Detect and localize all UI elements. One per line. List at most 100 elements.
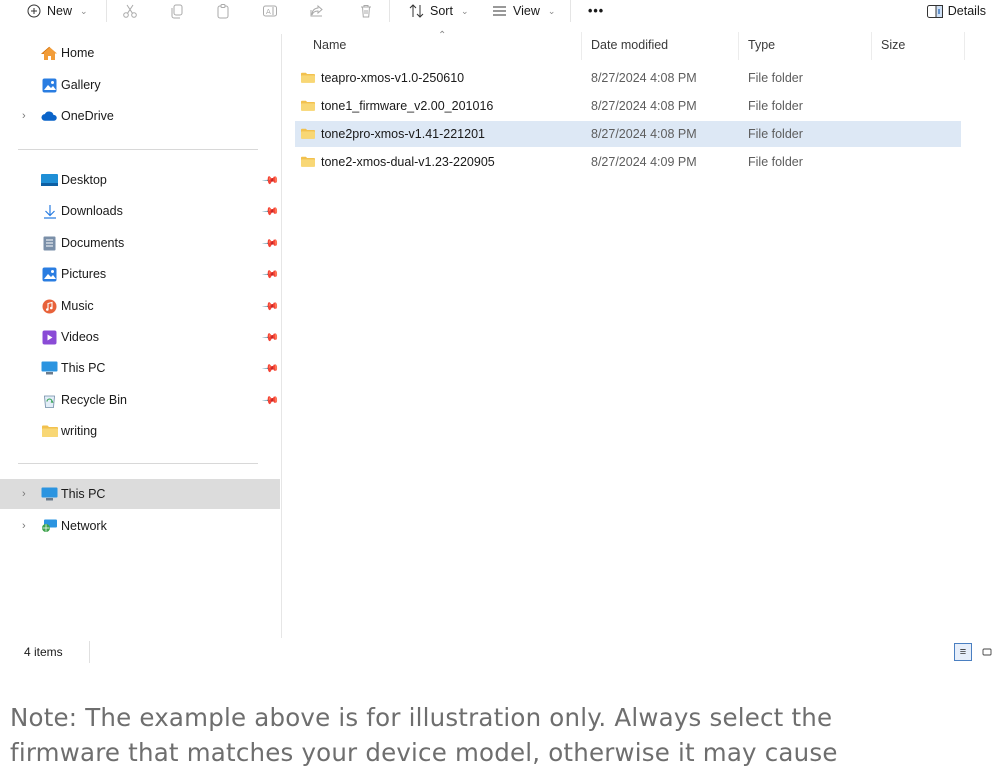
sidebar-item-recycle-bin[interactable]: Recycle Bin 📌 <box>0 385 280 415</box>
sidebar-item-label: writing <box>61 424 98 438</box>
details-pane-icon <box>926 4 943 18</box>
paste-icon[interactable] <box>213 1 233 21</box>
large-icons-view-button[interactable] <box>978 643 996 661</box>
sidebar-item-label: This PC <box>61 361 106 375</box>
column-header-name[interactable]: Name <box>313 30 346 60</box>
toolbar-divider <box>570 0 571 22</box>
sidebar-item-documents[interactable]: Documents 📌 <box>0 228 280 258</box>
file-type: File folder <box>748 71 803 85</box>
sidebar-item-pictures[interactable]: Pictures 📌 <box>0 259 280 289</box>
sidebar-item-videos[interactable]: Videos 📌 <box>0 322 280 352</box>
column-separator[interactable] <box>581 32 582 60</box>
sidebar-item-label: Music <box>61 299 94 313</box>
sidebar-item-home[interactable]: Home <box>0 38 280 68</box>
sidebar-item-label: OneDrive <box>61 109 114 123</box>
sidebar-item-label: Documents <box>61 236 125 250</box>
sidebar-item-this-pc-pinned[interactable]: This PC 📌 <box>0 353 280 383</box>
details-button[interactable]: Details <box>926 0 986 22</box>
file-type: File folder <box>748 155 803 169</box>
pin-icon[interactable]: 📌 <box>261 328 280 346</box>
sidebar-item-network[interactable]: › Network <box>0 511 280 541</box>
network-icon <box>41 519 58 533</box>
videos-icon <box>41 330 58 344</box>
copy-icon[interactable] <box>167 1 187 21</box>
sidebar-item-label: Desktop <box>61 173 107 187</box>
pin-icon[interactable]: 📌 <box>261 234 280 252</box>
sidebar-item-this-pc[interactable]: › This PC <box>0 479 280 509</box>
sort-button[interactable]: Sort ⌄ <box>409 0 468 22</box>
file-row[interactable]: tone2-xmos-dual-v1.23-220905 8/27/2024 4… <box>295 149 961 175</box>
sidebar-item-label: Downloads <box>61 204 123 218</box>
column-separator[interactable] <box>871 32 872 60</box>
pin-icon[interactable]: 📌 <box>261 297 280 315</box>
pin-icon[interactable]: 📌 <box>261 171 280 189</box>
file-name: tone2pro-xmos-v1.41-221201 <box>321 127 485 141</box>
view-button[interactable]: View ⌄ <box>492 0 555 22</box>
file-row[interactable]: tone1_firmware_v2.00_201016 8/27/2024 4:… <box>295 93 961 119</box>
documents-icon <box>41 236 58 250</box>
share-icon[interactable] <box>307 1 327 21</box>
status-bar: 4 items ≡ <box>0 641 998 663</box>
column-separator[interactable] <box>738 32 739 60</box>
column-header-label: Type <box>748 38 776 52</box>
sidebar-divider <box>18 149 258 150</box>
home-icon <box>41 46 58 60</box>
pin-icon[interactable]: 📌 <box>261 202 280 220</box>
chevron-right-icon[interactable]: › <box>22 488 26 500</box>
sidebar-item-label: Gallery <box>61 78 101 92</box>
sidebar-item-music[interactable]: Music 📌 <box>0 291 280 321</box>
tiles-view-icon <box>982 648 992 656</box>
sort-icon <box>409 4 424 18</box>
command-bar: New ⌄ A Sort ⌄ View ⌄ ••• Details <box>0 0 998 22</box>
svg-text:A: A <box>266 8 271 16</box>
status-divider <box>89 641 90 663</box>
folder-icon <box>41 424 58 438</box>
music-icon <box>41 299 58 313</box>
folder-icon <box>301 128 315 139</box>
folder-icon <box>301 100 315 111</box>
sidebar-item-gallery[interactable]: Gallery <box>0 70 280 100</box>
details-view-button[interactable]: ≡ <box>954 643 972 661</box>
sidebar-item-onedrive[interactable]: › OneDrive <box>0 101 280 131</box>
sidebar-item-label: Network <box>61 519 107 533</box>
file-name: teapro-xmos-v1.0-250610 <box>321 71 465 85</box>
sidebar-divider <box>18 463 258 464</box>
column-header-type[interactable]: Type <box>748 30 775 60</box>
sidebar-item-writing[interactable]: writing <box>0 416 280 446</box>
file-date-modified: 8/27/2024 4:08 PM <box>591 71 697 85</box>
chevron-down-icon: ⌄ <box>460 5 469 16</box>
file-row-selected[interactable]: tone2pro-xmos-v1.41-221201 8/27/2024 4:0… <box>295 121 961 147</box>
pin-icon[interactable]: 📌 <box>261 359 280 377</box>
column-header-label: Size <box>881 38 906 52</box>
file-row[interactable]: teapro-xmos-v1.0-250610 8/27/2024 4:08 P… <box>295 65 961 91</box>
delete-icon[interactable] <box>356 1 376 21</box>
more-options-button[interactable]: ••• <box>588 0 604 22</box>
column-header-date-modified[interactable]: Date modified <box>591 30 668 60</box>
chevron-right-icon[interactable]: › <box>22 520 26 532</box>
caption-line: Note: The example above is for illustrat… <box>10 703 833 732</box>
pin-icon[interactable]: 📌 <box>261 391 280 409</box>
sidebar-item-label: Home <box>61 46 95 60</box>
plus-circle-icon <box>27 4 41 18</box>
sidebar-item-downloads[interactable]: Downloads 📌 <box>0 196 280 226</box>
pin-icon[interactable]: 📌 <box>261 265 280 283</box>
cut-icon[interactable] <box>120 1 140 21</box>
chevron-right-icon[interactable]: › <box>22 110 26 122</box>
sort-label: Sort <box>430 4 453 18</box>
caption-text: Note: The example above is for illustrat… <box>10 700 995 770</box>
sidebar-item-desktop[interactable]: Desktop 📌 <box>0 165 280 195</box>
gallery-icon <box>41 78 58 92</box>
column-separator[interactable] <box>964 32 965 60</box>
sort-ascending-icon: ⌃ <box>438 30 447 41</box>
toolbar-divider <box>389 0 390 22</box>
new-button[interactable]: New ⌄ <box>27 0 88 22</box>
file-name: tone1_firmware_v2.00_201016 <box>321 99 494 113</box>
rename-icon[interactable]: A <box>260 1 280 21</box>
file-date-modified: 8/27/2024 4:09 PM <box>591 155 697 169</box>
column-header-size[interactable]: Size <box>881 30 905 60</box>
list-view-icon: ≡ <box>959 646 967 658</box>
toolbar-divider <box>106 0 107 22</box>
column-header-label: Date modified <box>591 38 669 52</box>
desktop-icon <box>41 173 58 187</box>
download-icon <box>41 204 58 219</box>
